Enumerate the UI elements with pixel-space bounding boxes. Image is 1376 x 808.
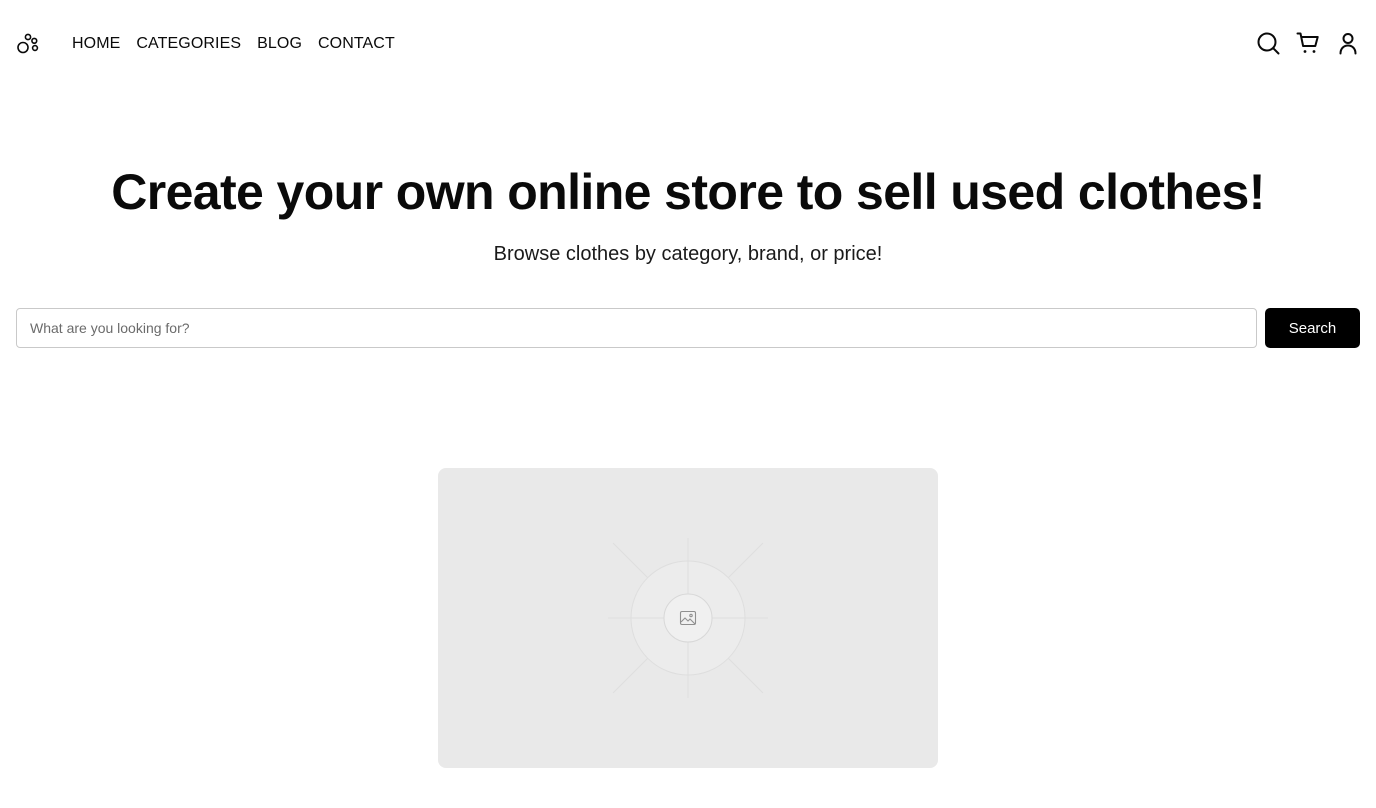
search-icon[interactable] bbox=[1256, 31, 1280, 55]
nav-blog-link[interactable]: BLOG bbox=[257, 33, 302, 55]
paw-logo-icon[interactable] bbox=[16, 32, 40, 56]
search-input[interactable] bbox=[16, 308, 1257, 348]
featured-image-placeholder bbox=[438, 468, 938, 768]
hero-subtitle: Browse clothes by category, brand, or pr… bbox=[493, 243, 883, 265]
nav-contact-link[interactable]: CONTACT bbox=[318, 33, 395, 55]
nav-home-link[interactable]: HOME bbox=[72, 33, 120, 55]
search-button[interactable]: Search bbox=[1265, 308, 1360, 348]
image-placeholder-icon bbox=[608, 538, 768, 698]
page: HOME CATEGORIES BLOG CONTACT Create your… bbox=[0, 0, 1376, 808]
main-nav: HOME CATEGORIES BLOG CONTACT bbox=[72, 33, 395, 55]
user-icon[interactable] bbox=[1336, 31, 1360, 55]
hero-title: Create your own online store to sell use… bbox=[111, 164, 1265, 220]
header-actions bbox=[1256, 31, 1360, 55]
nav-categories-link[interactable]: CATEGORIES bbox=[136, 33, 241, 55]
cart-icon[interactable] bbox=[1296, 31, 1320, 55]
site-header: HOME CATEGORIES BLOG CONTACT bbox=[0, 0, 1376, 88]
